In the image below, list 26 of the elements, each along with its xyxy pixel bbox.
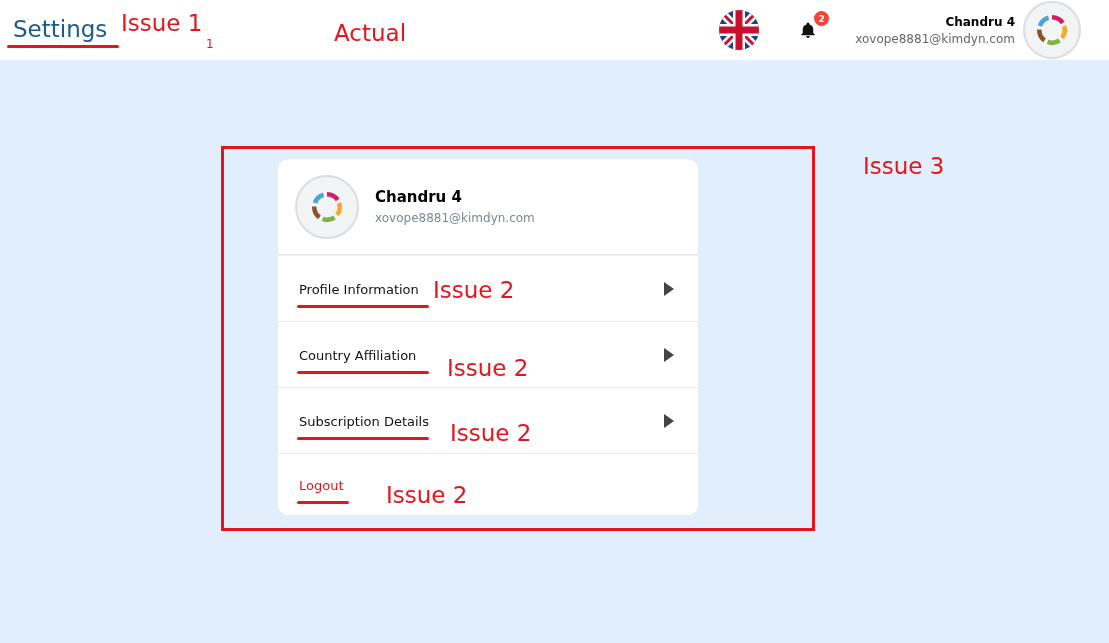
- user-name: Chandru 4: [945, 14, 1015, 29]
- profile-email: xovope8881@kimdyn.com: [375, 211, 535, 225]
- annotation-label: Issue 2: [450, 422, 532, 445]
- notification-badge: 2: [814, 11, 830, 26]
- uk-flag-icon[interactable]: [719, 10, 760, 50]
- bell-icon[interactable]: [799, 20, 818, 40]
- annotation-label: 1: [206, 38, 214, 50]
- page-title: Settings: [13, 16, 108, 42]
- annotation-label: Actual: [334, 22, 407, 45]
- caret-right-icon[interactable]: [664, 281, 674, 296]
- annotation-label: Issue 2: [386, 484, 468, 507]
- ring-logo-icon: [310, 189, 344, 224]
- annotation-label: Issue 2: [433, 279, 515, 302]
- annotation-label: Issue 3: [863, 155, 945, 178]
- menu-link[interactable]: Subscription Details: [299, 413, 429, 429]
- user-avatar[interactable]: [1023, 1, 1081, 59]
- ring-logo-icon: [1035, 13, 1069, 47]
- menu-link[interactable]: Country Affiliation: [299, 347, 429, 363]
- annotation-label: Issue 2: [447, 357, 529, 380]
- caret-right-icon[interactable]: [664, 413, 674, 428]
- caret-right-icon[interactable]: [664, 347, 674, 362]
- profile-name: Chandru 4: [375, 188, 463, 206]
- user-email: xovope8881@kimdyn.com: [855, 31, 1015, 46]
- annotation-label: Issue 1: [121, 12, 203, 35]
- logout-link[interactable]: Logout: [299, 477, 349, 493]
- menu-link[interactable]: Profile Information: [299, 281, 429, 297]
